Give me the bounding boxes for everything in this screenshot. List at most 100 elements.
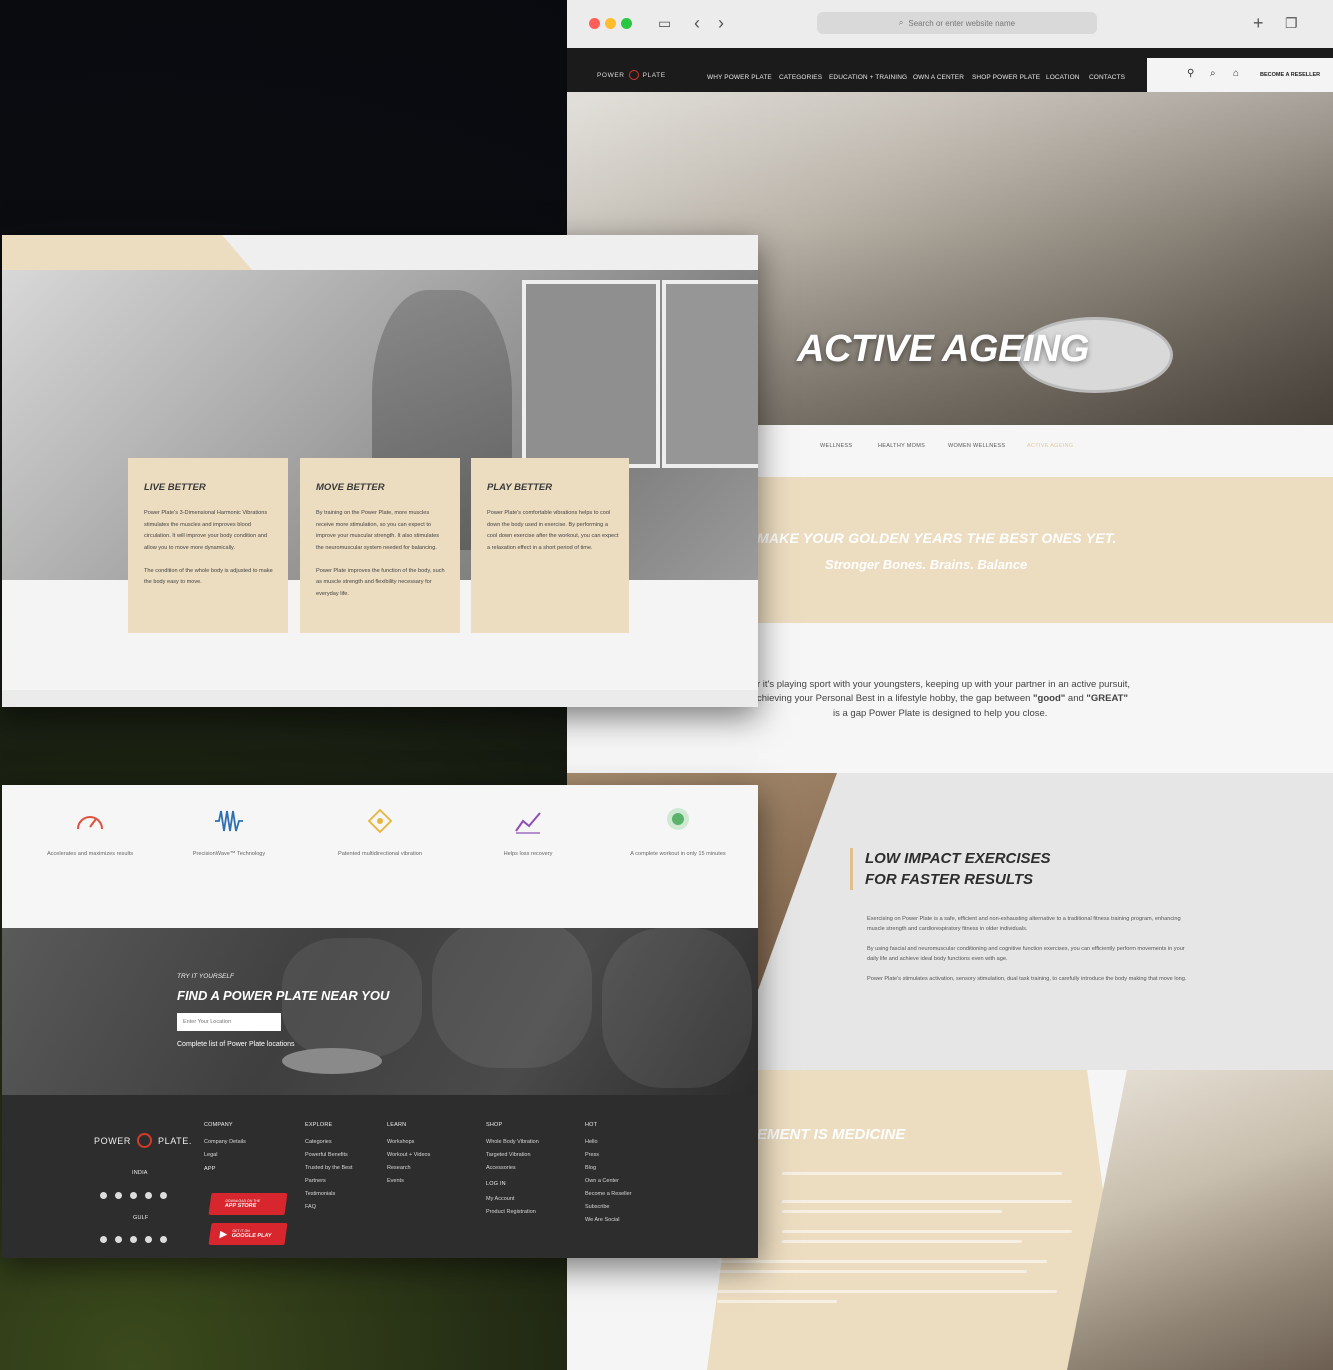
tab-active-ageing[interactable]: ACTIVE AGEING bbox=[1027, 443, 1073, 449]
gym-photo-shape bbox=[432, 928, 592, 1068]
movement-text-line bbox=[717, 1300, 837, 1303]
footer-link[interactable]: Company Details bbox=[204, 1136, 246, 1149]
feature-recovery: Helps loss recovery bbox=[458, 805, 598, 857]
twitter-icon[interactable] bbox=[130, 1192, 137, 1199]
nav-location[interactable]: LOCATION bbox=[1046, 74, 1080, 81]
footer-link[interactable]: Powerful Benefits bbox=[305, 1149, 353, 1162]
linkedin-icon[interactable] bbox=[145, 1192, 152, 1199]
browser-toolbar: ▭ ‹ › ⌕ Search or enter website name + ❐ bbox=[567, 0, 1333, 49]
become-reseller-link[interactable]: BECOME A RESELLER bbox=[1260, 72, 1320, 78]
back-icon[interactable]: ‹ bbox=[694, 12, 700, 34]
footer-link[interactable]: Press bbox=[585, 1149, 631, 1162]
play-icon: ▶ bbox=[219, 1228, 228, 1239]
google-play-button[interactable]: ▶ GET IT ON GOOGLE PLAY bbox=[208, 1223, 288, 1245]
footer-link[interactable]: Hello bbox=[585, 1136, 631, 1149]
feature-card-play-better: PLAY BETTER Power Plate's comfortable vi… bbox=[471, 458, 629, 633]
intro-line-3: is a gap Power Plate is designed to help… bbox=[833, 708, 1048, 719]
movement-photo bbox=[1067, 1070, 1333, 1370]
locator-title: FIND A POWER PLATE NEAR YOU bbox=[177, 988, 390, 1003]
tab-wellness[interactable]: WELLNESS bbox=[820, 443, 852, 449]
footer-link[interactable]: Events bbox=[387, 1175, 430, 1188]
nav-education-training[interactable]: EDUCATION + TRAINING bbox=[829, 74, 907, 81]
hero-title: ACTIVE AGEING bbox=[797, 328, 1089, 370]
linkedin-icon[interactable] bbox=[145, 1236, 152, 1243]
instagram-icon[interactable] bbox=[115, 1192, 122, 1199]
timer-icon bbox=[667, 808, 689, 830]
feature-precisionwave: PrecisionWave™ Technology bbox=[159, 805, 299, 857]
footer-logo[interactable]: POWER PLATE. bbox=[94, 1133, 192, 1148]
app-store-button[interactable]: DOWNLOAD ON THE APP STORE bbox=[208, 1193, 288, 1215]
footer-link[interactable]: Product Registration bbox=[486, 1206, 539, 1219]
youtube-icon[interactable] bbox=[160, 1192, 167, 1199]
low-impact-title: LOW IMPACT EXERCISES FOR FASTER RESULTS bbox=[850, 848, 1051, 890]
locations-list-link[interactable]: Complete list of Power Plate locations bbox=[177, 1041, 295, 1048]
tab-overview-icon[interactable]: ❐ bbox=[1285, 12, 1298, 34]
movement-text-line bbox=[717, 1290, 1057, 1293]
location-input[interactable] bbox=[177, 1013, 281, 1031]
facebook-icon[interactable] bbox=[100, 1192, 107, 1199]
footer-link[interactable]: Targeted Vibration bbox=[486, 1149, 539, 1162]
footer-link[interactable]: Accessories bbox=[486, 1162, 539, 1175]
window-image bbox=[662, 280, 758, 468]
low-impact-paragraph-1: Exercising on Power Plate is a safe, eff… bbox=[867, 916, 1181, 932]
footer-link[interactable]: Legal bbox=[204, 1149, 246, 1162]
locator-kicker: TRY IT YOURSELF bbox=[177, 973, 234, 980]
footer-link[interactable]: Become a Reseller bbox=[585, 1188, 631, 1201]
youtube-icon[interactable] bbox=[160, 1236, 167, 1243]
footer-link[interactable]: We Are Social bbox=[585, 1214, 631, 1227]
tab-healthy-moms[interactable]: HEALTHY MOMS bbox=[878, 443, 925, 449]
locator-section: TRY IT YOURSELF FIND A POWER PLATE NEAR … bbox=[2, 928, 758, 1095]
intro-line-2: chieving your Personal Best in a lifesty… bbox=[757, 693, 1128, 704]
vibration-plate-image bbox=[282, 1048, 382, 1074]
footer-column-company: COMPANY Company Details Legal APP bbox=[204, 1122, 246, 1172]
user-icon[interactable]: ⚲ bbox=[1187, 68, 1194, 79]
footer-link[interactable]: FAQ bbox=[305, 1201, 353, 1214]
gauge-icon bbox=[77, 816, 103, 830]
tab-women-wellness[interactable]: WOMEN WELLNESS bbox=[948, 443, 1005, 449]
cart-icon[interactable]: ⌂ bbox=[1233, 68, 1239, 79]
close-window-button[interactable] bbox=[589, 18, 600, 29]
nav-why-power-plate[interactable]: WHY POWER PLATE bbox=[707, 74, 772, 81]
card-base-strip bbox=[2, 690, 758, 707]
nav-categories[interactable]: CATEGORIES bbox=[779, 74, 822, 81]
footer-link[interactable]: Whole Body Vibration bbox=[486, 1136, 539, 1149]
footer-link[interactable]: Own a Center bbox=[585, 1175, 631, 1188]
address-bar[interactable]: ⌕ Search or enter website name bbox=[817, 12, 1097, 34]
footer-link[interactable]: Workshops bbox=[387, 1136, 430, 1149]
window-image bbox=[522, 280, 660, 468]
footer-link[interactable]: Workout + Videos bbox=[387, 1149, 430, 1162]
instagram-icon[interactable] bbox=[115, 1236, 122, 1243]
twitter-icon[interactable] bbox=[130, 1236, 137, 1243]
facebook-icon[interactable] bbox=[100, 1236, 107, 1243]
zoom-window-button[interactable] bbox=[621, 18, 632, 29]
sidebar-icon[interactable]: ▭ bbox=[658, 12, 671, 34]
forward-icon[interactable]: › bbox=[718, 12, 724, 34]
nav-contacts[interactable]: CONTACTS bbox=[1089, 74, 1125, 81]
site-logo[interactable]: POWER PLATE bbox=[597, 70, 666, 80]
footer-link[interactable]: My Account bbox=[486, 1193, 539, 1206]
low-impact-paragraph-2: By using fascial and neuromuscular condi… bbox=[867, 946, 1185, 962]
footer-link[interactable]: Blog bbox=[585, 1162, 631, 1175]
footer-link[interactable]: Trusted by the Best bbox=[305, 1162, 353, 1175]
footer-link[interactable]: Subscribe bbox=[585, 1201, 631, 1214]
footer-column-explore: EXPLORE Categories Powerful Benefits Tru… bbox=[305, 1122, 353, 1214]
footer-link[interactable]: Research bbox=[387, 1162, 430, 1175]
minimize-window-button[interactable] bbox=[605, 18, 616, 29]
footer-link[interactable]: Categories bbox=[305, 1136, 353, 1149]
card-accent-shape bbox=[2, 235, 252, 270]
movement-title: EMENT IS MEDICINE bbox=[757, 1126, 906, 1143]
header-utility-bar: ⚲ ⌕ ⌂ BECOME A RESELLER bbox=[1147, 58, 1333, 92]
new-tab-icon[interactable]: + bbox=[1253, 12, 1264, 34]
site-footer: POWER PLATE. INDIA GULF COMPANY Company … bbox=[2, 1095, 758, 1258]
feature-complete-workout: A complete workout in only 15 minutes bbox=[608, 805, 748, 857]
nav-shop[interactable]: SHOP POWER PLATE bbox=[972, 74, 1040, 81]
footer-link[interactable]: Testimonials bbox=[305, 1188, 353, 1201]
gym-photo-shape bbox=[602, 928, 752, 1088]
search-icon[interactable]: ⌕ bbox=[1210, 68, 1216, 79]
movement-text-line bbox=[782, 1172, 1062, 1175]
footer-link[interactable]: Partners bbox=[305, 1175, 353, 1188]
nav-own-a-center[interactable]: OWN A CENTER bbox=[913, 74, 964, 81]
chart-icon bbox=[515, 812, 541, 834]
site-header: POWER PLATE WHY POWER PLATE CATEGORIES E… bbox=[567, 48, 1333, 92]
logo-ring-icon bbox=[628, 70, 639, 80]
